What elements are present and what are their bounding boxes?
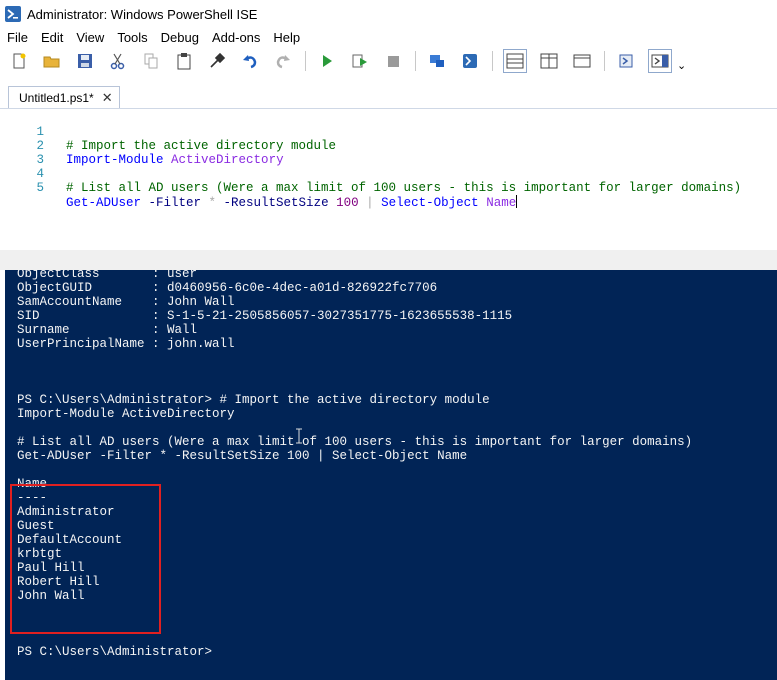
console-line: ObjectGUID : d0460956-6c0e-4dec-a01d-826… — [17, 281, 438, 295]
menu-debug[interactable]: Debug — [154, 30, 205, 45]
code-number: 100 — [336, 196, 359, 210]
menu-view[interactable]: View — [69, 30, 110, 45]
console-line: SamAccountName : John Wall — [17, 295, 235, 309]
show-command-icon[interactable] — [615, 50, 637, 72]
pane-splitter[interactable] — [0, 250, 777, 270]
toolbar-separator — [492, 50, 493, 71]
line-number: 5 — [36, 181, 44, 195]
code-argument: Name — [486, 196, 517, 210]
tab-label: Untitled1.ps1* — [19, 90, 94, 105]
show-addon-icon[interactable] — [648, 48, 672, 73]
code-comment: # List all AD users (Were a max limit of… — [66, 181, 742, 195]
editor-line: 5 Get-ADUser -Filter * -ResultSetSize 10… — [0, 167, 518, 210]
layout-right-icon[interactable] — [538, 50, 560, 72]
console-line: Get-ADUser -Filter * -ResultSetSize 100 … — [17, 449, 468, 463]
powershell-console-icon[interactable] — [459, 50, 481, 72]
menu-tools[interactable]: Tools — [110, 30, 153, 45]
toolbar-overflow-icon[interactable]: ⌄ — [677, 59, 686, 72]
code-text: Import-Module ActiveDirectory — [66, 153, 284, 167]
line-number: 3 — [36, 153, 44, 167]
line-number: 4 — [36, 167, 44, 181]
text-cursor-icon — [296, 428, 302, 444]
layout-max-icon[interactable] — [571, 50, 593, 72]
menu-file[interactable]: File — [0, 30, 34, 45]
code-cmdlet: Get-ADUser — [66, 196, 142, 210]
console-pane[interactable]: ObjectClass : user ObjectGUID : d0460956-… — [5, 270, 777, 680]
console-line: # List all AD users (Were a max limit of… — [17, 435, 693, 449]
stop-icon[interactable] — [382, 50, 404, 72]
text-caret — [516, 195, 518, 208]
console-line: SID : S-1-5-21-2505856057-3027351775-162… — [17, 309, 513, 323]
window-title: Administrator: Windows PowerShell ISE — [27, 6, 258, 22]
console-line: PS C:\Users\Administrator> # Import the … — [17, 393, 490, 407]
redo-icon[interactable] — [272, 50, 294, 72]
toolbar: ⌄ — [0, 47, 777, 74]
console-line: PS C:\Users\Administrator> — [17, 645, 213, 659]
console-line: Surname : Wall — [17, 323, 198, 337]
console-line: ObjectClass : user — [17, 270, 198, 281]
editor-line: 3 — [0, 139, 44, 167]
line-number: 1 — [36, 125, 44, 139]
code-cmdlet: Import-Module — [66, 153, 164, 167]
toolbar-separator — [415, 50, 416, 71]
copy-icon[interactable] — [140, 50, 162, 72]
editor-line: 1 # Import the active directory module — [0, 111, 336, 153]
code-text: # List all AD users (Were a max limit of… — [66, 181, 741, 195]
menu-addons[interactable]: Add-ons — [205, 30, 266, 45]
tab-strip: Untitled1.ps1* ✕ — [0, 74, 777, 109]
script-editor[interactable]: 1 # Import the active directory module 2… — [0, 109, 777, 250]
open-folder-icon[interactable] — [41, 50, 63, 72]
menu-bar: File Edit View Tools Debug Add-ons Help — [0, 28, 777, 47]
clear-icon[interactable] — [206, 50, 228, 72]
undo-icon[interactable] — [239, 50, 261, 72]
cut-icon[interactable] — [107, 50, 129, 72]
menu-edit[interactable]: Edit — [34, 30, 69, 45]
save-icon[interactable] — [74, 50, 96, 72]
tab-untitled1[interactable]: Untitled1.ps1* ✕ — [8, 86, 120, 108]
layout-top-icon[interactable] — [503, 48, 527, 73]
title-bar: Administrator: Windows PowerShell ISE — [0, 0, 777, 28]
code-cmdlet: Select-Object — [381, 196, 479, 210]
highlight-box — [10, 484, 161, 634]
toolbar-separator — [604, 50, 605, 71]
console-line: Import-Module ActiveDirectory — [17, 407, 235, 421]
editor-line: 4 # List all AD users (Were a max limit … — [0, 153, 741, 195]
code-operator: | — [366, 196, 374, 210]
run-selection-icon[interactable] — [349, 50, 371, 72]
editor-line: 2 Import-Module ActiveDirectory — [0, 125, 283, 167]
code-text: Get-ADUser -Filter * -ResultSetSize 100 … — [66, 195, 518, 210]
code-operator: * — [208, 196, 217, 210]
paste-icon[interactable] — [173, 50, 195, 72]
code-parameter: -ResultSetSize — [216, 196, 337, 210]
run-icon[interactable] — [316, 50, 338, 72]
toolbar-separator — [305, 50, 306, 71]
code-parameter: -Filter — [141, 196, 209, 210]
code-text: # Import the active directory module — [66, 139, 336, 153]
powershell-icon — [5, 6, 21, 22]
new-file-icon[interactable] — [8, 50, 30, 72]
remote-icon[interactable] — [426, 50, 448, 72]
line-number: 2 — [36, 139, 44, 153]
close-icon[interactable]: ✕ — [102, 90, 113, 106]
menu-help[interactable]: Help — [266, 30, 306, 45]
code-argument: ActiveDirectory — [171, 153, 284, 167]
code-comment: # Import the active directory module — [66, 139, 337, 153]
console-line: UserPrincipalName : john.wall — [17, 337, 235, 351]
